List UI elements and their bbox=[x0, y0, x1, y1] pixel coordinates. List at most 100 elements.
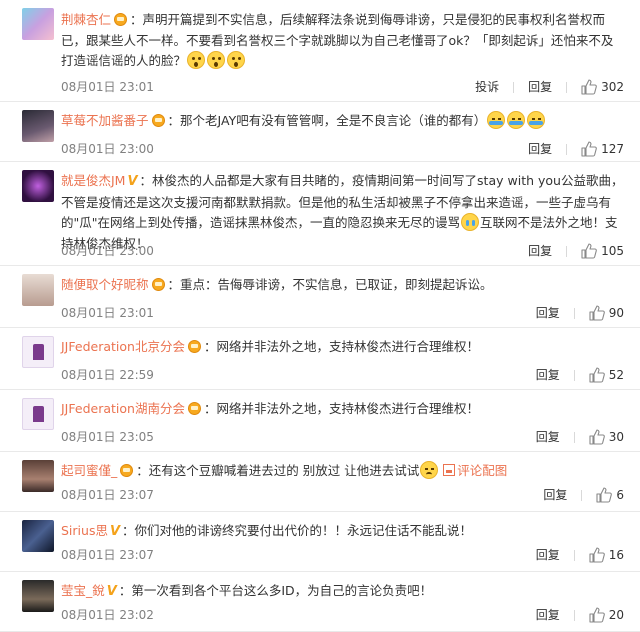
thumbs-up-icon bbox=[589, 607, 605, 623]
username[interactable]: 就是俊杰JM bbox=[61, 173, 125, 188]
avatar[interactable] bbox=[22, 274, 54, 306]
avatar[interactable] bbox=[22, 520, 54, 552]
hug-emoji-icon bbox=[507, 111, 526, 129]
reply-button[interactable]: 回复 bbox=[528, 78, 552, 96]
reply-button[interactable]: 回复 bbox=[536, 366, 560, 384]
avatar[interactable] bbox=[22, 170, 54, 202]
reply-button[interactable]: 回复 bbox=[536, 546, 560, 564]
report-button[interactable]: 投诉 bbox=[475, 78, 499, 96]
avatar[interactable] bbox=[22, 8, 54, 40]
avatar[interactable] bbox=[22, 580, 54, 612]
timestamp: 08月01日 23:02 bbox=[61, 608, 154, 622]
comment-footer: 08月01日 23:00 回复 127 bbox=[61, 140, 624, 158]
thumbs-up-icon bbox=[589, 367, 605, 383]
timestamp: 08月01日 23:00 bbox=[61, 244, 154, 258]
verified-v-icon: V bbox=[106, 584, 117, 599]
member-crown-icon bbox=[114, 13, 128, 26]
avatar[interactable] bbox=[22, 398, 54, 430]
divider bbox=[581, 490, 583, 501]
like-button[interactable]: 20 bbox=[589, 606, 624, 624]
username[interactable]: 荆棘杏仁 bbox=[61, 12, 111, 27]
like-count: 127 bbox=[601, 142, 624, 156]
username[interactable]: JJFederation北京分会 bbox=[61, 339, 185, 354]
thumbs-up-icon bbox=[589, 305, 605, 321]
comment-body: JJFederation湖南分会 ：网络并非法外之地，支持林俊杰进行合理维权！ bbox=[61, 399, 624, 420]
federation-logo-icon bbox=[33, 344, 44, 360]
like-button[interactable]: 105 bbox=[581, 242, 624, 260]
like-button[interactable]: 302 bbox=[581, 78, 624, 96]
comment-item: JJFederation北京分会 ：网络并非法外之地，支持林俊杰进行合理维权！ 0… bbox=[0, 328, 640, 390]
thumbs-up-icon bbox=[589, 429, 605, 445]
avatar[interactable] bbox=[22, 336, 54, 368]
like-count: 16 bbox=[608, 548, 624, 562]
comment-footer: 08月01日 23:01 投诉 回复 302 bbox=[61, 78, 624, 96]
shocked-emoji-icon bbox=[207, 51, 226, 69]
like-count: 105 bbox=[601, 244, 624, 258]
comment-actions: 回复 6 bbox=[543, 486, 624, 504]
timestamp: 08月01日 23:07 bbox=[61, 488, 154, 502]
member-crown-icon bbox=[120, 464, 134, 477]
comment-actions: 回复 20 bbox=[536, 606, 624, 624]
username[interactable]: JJFederation湖南分会 bbox=[61, 401, 185, 416]
timestamp: 08月01日 23:01 bbox=[61, 80, 154, 94]
username[interactable]: 草莓不加酱番子 bbox=[61, 113, 149, 128]
comment-text: ：网络并非法外之地，支持林俊杰进行合理维权！ bbox=[203, 401, 479, 416]
federation-logo-icon bbox=[33, 406, 44, 422]
comment-item: 随便取个好昵称 ：重点：告侮辱诽谤，不实信息，已取证，即刻提起诉讼。 08月01日… bbox=[0, 266, 640, 328]
like-button[interactable]: 90 bbox=[589, 304, 624, 322]
comment-actions: 回复 105 bbox=[528, 242, 624, 260]
like-count: 302 bbox=[601, 80, 624, 94]
avatar[interactable] bbox=[22, 460, 54, 492]
image-icon bbox=[443, 464, 456, 476]
comment-body: 随便取个好昵称 ：重点：告侮辱诽谤，不实信息，已取证，即刻提起诉讼。 bbox=[61, 275, 624, 296]
timestamp: 08月01日 23:00 bbox=[61, 142, 154, 156]
comment-text: ：你们对他的诽谤终究要付出代价的！！永远记住话不能乱说！ bbox=[122, 523, 473, 538]
reply-button[interactable]: 回复 bbox=[543, 486, 567, 504]
comment-body: JJFederation北京分会 ：网络并非法外之地，支持林俊杰进行合理维权！ bbox=[61, 337, 624, 358]
like-button[interactable]: 30 bbox=[589, 428, 624, 446]
comment-text: ：第一次看到各个平台这么多ID，为自己的言论负责吧！ bbox=[118, 583, 433, 598]
timestamp: 08月01日 23:01 bbox=[61, 306, 154, 320]
comment-footer: 08月01日 23:00 回复 105 bbox=[61, 242, 624, 260]
username[interactable]: 起司蜜僅_ bbox=[61, 463, 117, 478]
comment-footer: 08月01日 23:05 回复 30 bbox=[61, 428, 624, 446]
member-crown-icon bbox=[187, 340, 201, 353]
avatar[interactable] bbox=[22, 110, 54, 142]
reply-button[interactable]: 回复 bbox=[536, 428, 560, 446]
username[interactable]: 莹宝_銳 bbox=[61, 583, 105, 598]
thumbs-up-icon bbox=[581, 243, 597, 259]
like-button[interactable]: 127 bbox=[581, 140, 624, 158]
comment-actions: 回复 52 bbox=[536, 366, 624, 384]
comment-footer: 08月01日 23:02 回复 20 bbox=[61, 606, 624, 624]
crying-emoji-icon bbox=[461, 213, 480, 231]
member-crown-icon bbox=[151, 114, 165, 127]
hug-emoji-icon bbox=[487, 111, 506, 129]
reply-button[interactable]: 回复 bbox=[528, 242, 552, 260]
comment-footer: 08月01日 22:59 回复 52 bbox=[61, 366, 624, 384]
shocked-emoji-icon bbox=[187, 51, 206, 69]
comment-text: ：网络并非法外之地，支持林俊杰进行合理维权！ bbox=[203, 339, 479, 354]
comment-body: 莹宝_銳 V ：第一次看到各个平台这么多ID，为自己的言论负责吧！ bbox=[61, 581, 624, 603]
like-button[interactable]: 16 bbox=[589, 546, 624, 564]
comment-image-link[interactable]: 评论配图 bbox=[443, 463, 507, 478]
member-crown-icon bbox=[151, 278, 165, 291]
like-button[interactable]: 52 bbox=[589, 366, 624, 384]
comment-body: 起司蜜僅_ ：还有这个豆瓣喊着进去过的 别放过 让他进去试试 评论配图 bbox=[61, 461, 624, 482]
comment-item: 莹宝_銳 V ：第一次看到各个平台这么多ID，为自己的言论负责吧！ 08月01日 2… bbox=[0, 572, 640, 632]
reply-button[interactable]: 回复 bbox=[528, 140, 552, 158]
awkward-emoji-icon bbox=[420, 461, 439, 479]
reply-button[interactable]: 回复 bbox=[536, 606, 560, 624]
username[interactable]: Sirius思 bbox=[61, 523, 108, 538]
comment-footer: 08月01日 23:07 回复 6 bbox=[61, 486, 624, 504]
like-button[interactable]: 6 bbox=[596, 486, 624, 504]
comment-body: Sirius思 V ：你们对他的诽谤终究要付出代价的！！永远记住话不能乱说！ bbox=[61, 521, 624, 543]
comment-item: 草莓不加酱番子 ：那个老JAY吧有没有管管啊，全是不良言论（谁的都有） 08月01… bbox=[0, 102, 640, 162]
divider bbox=[566, 82, 568, 93]
username[interactable]: 随便取个好昵称 bbox=[61, 277, 149, 292]
verified-v-icon: V bbox=[127, 174, 138, 189]
timestamp: 08月01日 22:59 bbox=[61, 368, 154, 382]
comment-actions: 回复 127 bbox=[528, 140, 624, 158]
comment-text: ：那个老JAY吧有没有管管啊，全是不良言论（谁的都有） bbox=[167, 113, 487, 128]
reply-button[interactable]: 回复 bbox=[536, 304, 560, 322]
thumbs-up-icon bbox=[581, 141, 597, 157]
